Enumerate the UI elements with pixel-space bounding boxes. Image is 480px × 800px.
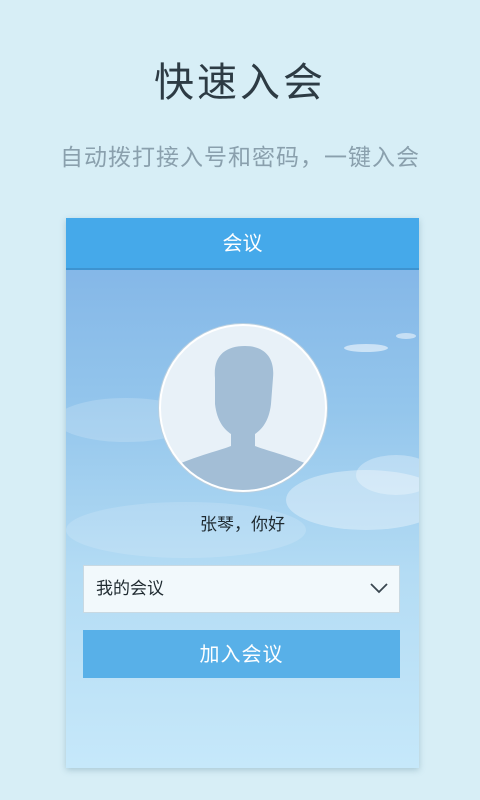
avatar[interactable] (159, 324, 327, 492)
promo-subline: 自动拨打接入号和密码，一键入会 (60, 145, 420, 171)
promo-headline: 快速入会 (154, 60, 326, 106)
user-silhouette-icon (175, 346, 311, 490)
chevron-down-icon (370, 583, 388, 594)
app-screen: 会议 张琴，你好 我的会议 加入会议 (66, 218, 419, 768)
app-titlebar: 会议 (66, 218, 419, 270)
meeting-select[interactable]: 我的会议 (83, 565, 400, 613)
join-meeting-button[interactable]: 加入会议 (83, 630, 400, 678)
greeting-text: 张琴，你好 (200, 515, 285, 535)
meeting-select-value: 我的会议 (96, 579, 164, 599)
